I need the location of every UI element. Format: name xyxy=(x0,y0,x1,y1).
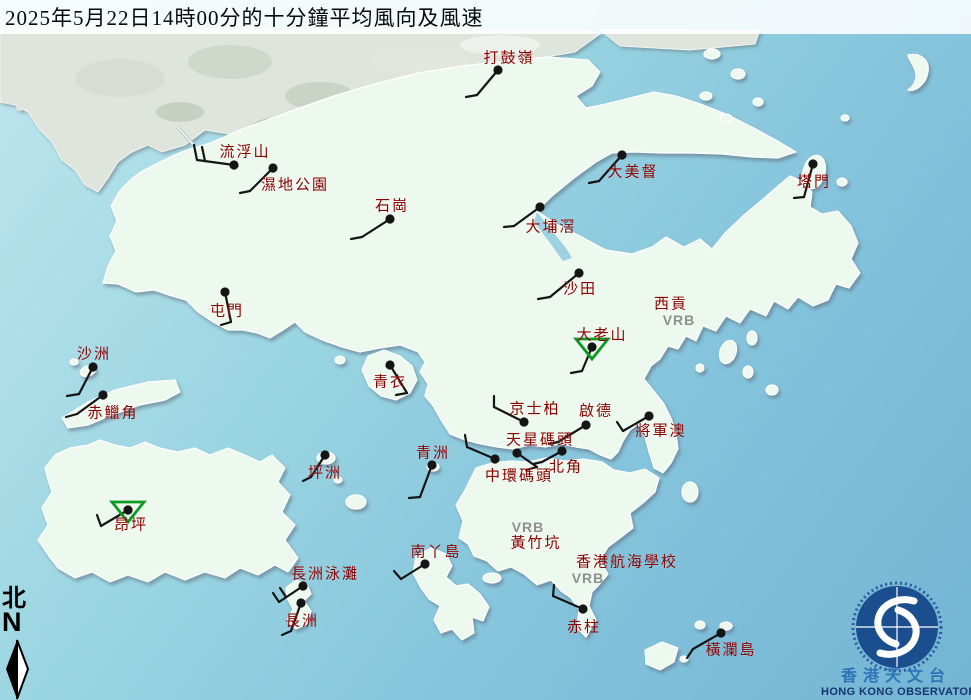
map-title: 2025年5月22日14時00分的十分鐘平均風向及風速 xyxy=(0,2,484,32)
station-label: 昂坪 xyxy=(114,514,148,535)
station-label: 赤柱 xyxy=(567,616,601,637)
station-dot xyxy=(268,163,277,172)
station-dot xyxy=(320,450,329,459)
station-label: 西貢 xyxy=(654,293,688,314)
hong-kong-map xyxy=(0,0,971,700)
station-label: 打鼓嶺 xyxy=(483,47,534,68)
station-dot xyxy=(296,598,305,607)
station-label: 中環碼頭 xyxy=(485,465,553,486)
station-label: 石崗 xyxy=(375,195,409,216)
hko-name-english: HONG KONG OBSERVATORY xyxy=(821,686,971,698)
station-label: 長洲 xyxy=(285,610,319,631)
station-dot xyxy=(581,420,590,429)
station-label: 青衣 xyxy=(373,371,407,392)
station-label: 大埔滘 xyxy=(525,216,576,237)
wind-map-screen: 2025年5月22日14時00分的十分鐘平均風向及風速 北 N 打鼓嶺流浮山濕地… xyxy=(0,0,971,700)
hko-logo-text: 香港天文台 HONG KONG OBSERVATORY xyxy=(821,668,971,698)
station-label: 大老山 xyxy=(576,324,627,345)
station-label: 北角 xyxy=(549,456,583,477)
station-dot xyxy=(512,448,521,457)
station-label: 大美督 xyxy=(607,161,658,182)
station-label: 將軍澳 xyxy=(635,420,686,441)
station-label: 橫瀾島 xyxy=(705,639,756,660)
station-dot xyxy=(578,604,587,613)
compass: 北 N xyxy=(2,588,26,634)
station-label: 香港航海學校 xyxy=(576,551,678,572)
station-label: 濕地公園 xyxy=(261,174,329,195)
station-label: 長洲泳灘 xyxy=(291,563,359,584)
station-dot xyxy=(98,390,107,399)
compass-north-letter: N xyxy=(2,610,26,634)
station-label: 青洲 xyxy=(416,442,450,463)
station-label: 天星碼頭 xyxy=(506,429,574,450)
vrb-label: VRB xyxy=(572,570,605,586)
station-dot xyxy=(535,202,544,211)
vrb-label: VRB xyxy=(663,312,696,328)
station-dot xyxy=(716,628,725,637)
station-label: 塔門 xyxy=(797,171,831,192)
station-label: 赤鱲角 xyxy=(87,402,138,423)
station-label: 流浮山 xyxy=(219,141,270,162)
station-label: 坪洲 xyxy=(308,462,342,483)
station-label: 啟德 xyxy=(579,400,613,421)
station-dot xyxy=(229,160,238,169)
station-dot xyxy=(617,150,626,159)
station-dot xyxy=(385,214,394,223)
station-label: 黃竹坑 xyxy=(510,532,561,553)
station-dot xyxy=(519,417,528,426)
station-dot xyxy=(490,454,499,463)
station-dot xyxy=(220,287,229,296)
station-label: 京士柏 xyxy=(509,398,560,419)
station-label: 南丫島 xyxy=(410,541,461,562)
station-dot xyxy=(88,362,97,371)
station-dot xyxy=(574,268,583,277)
hko-name-chinese: 香港天文台 xyxy=(821,668,971,686)
station-label: 沙田 xyxy=(563,278,597,299)
station-label: 屯門 xyxy=(210,300,244,321)
title-bar: 2025年5月22日14時00分的十分鐘平均風向及風速 xyxy=(0,0,971,34)
station-dot xyxy=(385,360,394,369)
station-label: 沙洲 xyxy=(77,343,111,364)
station-dot xyxy=(808,159,817,168)
